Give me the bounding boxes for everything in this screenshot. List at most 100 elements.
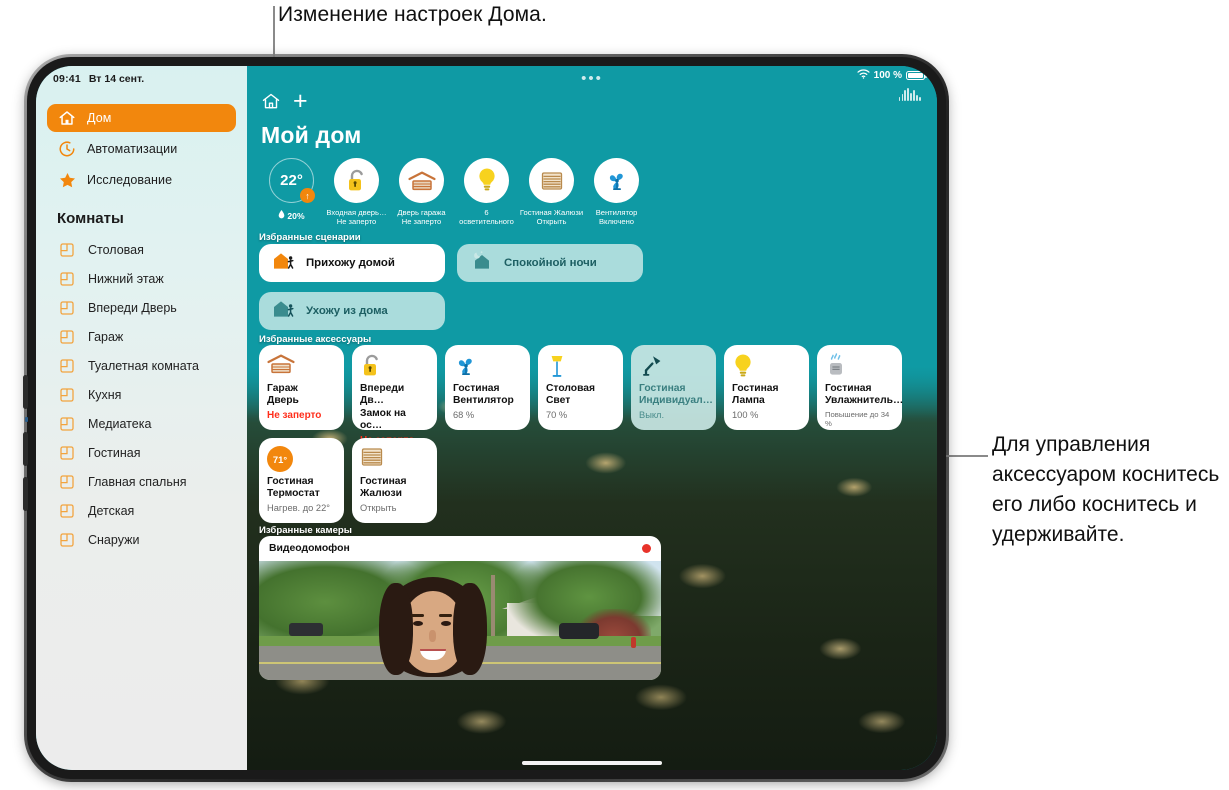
clock-icon	[56, 138, 78, 160]
status-chip-fan[interactable]: Вентилятор Включено	[584, 158, 649, 227]
lightbulb-icon	[464, 158, 509, 203]
room-icon	[56, 384, 78, 406]
battery-icon	[906, 70, 927, 81]
status-chip-line1: Входная дверь…	[326, 208, 387, 217]
accessories-section-title: Избранные аксессуары	[259, 334, 372, 345]
sidebar-item-automations[interactable]: Автоматизации	[47, 135, 236, 163]
status-chip-front-door[interactable]: Входная дверь… Не заперто	[324, 158, 389, 227]
multitasking-dots-icon[interactable]: •••	[581, 71, 603, 86]
scenes-grid: Прихожу домой Спокойной ночи Ухожу из до…	[259, 244, 659, 340]
sidebar-room-label: Снаружи	[88, 532, 140, 547]
room-icon	[56, 471, 78, 493]
accessory-living-room-blinds[interactable]: Гостиная Жалюзи Открыть	[352, 438, 437, 523]
sidebar-item-discover[interactable]: Исследование	[47, 166, 236, 194]
accessory-line2: Свет	[546, 395, 571, 407]
accessory-line1: Столовая	[546, 383, 596, 394]
sidebar: 09:41 Вт 14 сент. Дом Автоматизации Иссл…	[36, 66, 247, 770]
status-chip-text: Гостиная Жалюзи Открыть	[520, 208, 584, 227]
status-chip-blinds[interactable]: Гостиная Жалюзи Открыть	[519, 158, 584, 227]
accessory-line2: Замок на ос…	[360, 407, 406, 432]
house-icon[interactable]	[261, 91, 281, 116]
house-person-leave-icon	[272, 298, 296, 325]
status-chip-line2: Не заперто	[401, 217, 442, 227]
main-content: ••• 100 % + Мой дом 22° ↑ 20% Входная дв…	[247, 66, 937, 770]
page-title: Мой дом	[261, 122, 362, 148]
sidebar-room-vperedi-dver[interactable]: Впереди Дверь	[47, 293, 236, 322]
sidebar-room-label: Впереди Дверь	[88, 300, 177, 315]
sidebar-room-mediateka[interactable]: Медиатека	[47, 409, 236, 438]
scene-arrive-home[interactable]: Прихожу домой	[259, 244, 445, 282]
scene-label: Ухожу из дома	[306, 305, 388, 317]
status-chip-text: Входная дверь… Не заперто	[325, 208, 389, 227]
sidebar-room-label: Нижний этаж	[88, 271, 164, 286]
recording-dot-icon	[642, 544, 651, 553]
accessory-living-room-humidifier[interactable]: Гостиная Увлажнитель… Повышение до 34 %	[817, 345, 903, 430]
sidebar-room-label: Туалетная комната	[88, 358, 199, 373]
house-person-arrive-icon	[272, 250, 296, 277]
accessory-living-room-individual-light[interactable]: Гостиная Индивидуал… Выкл.	[631, 345, 716, 430]
desk-lamp-icon	[639, 353, 708, 383]
camera-header: Видеодомофон	[259, 536, 661, 561]
status-chip-climate[interactable]: 22° ↑ 20%	[259, 158, 324, 227]
sidebar-room-kuhnya[interactable]: Кухня	[47, 380, 236, 409]
sidebar-room-stolovaya[interactable]: Столовая	[47, 235, 236, 264]
floor-lamp-icon	[546, 353, 615, 383]
sidebar-room-snaruzhi[interactable]: Снаружи	[47, 525, 236, 554]
scenes-section-title: Избранные сценарии	[259, 232, 361, 243]
accessory-front-door-lock[interactable]: Впереди Дв… Замок на ос… Не заперто	[352, 345, 437, 446]
accessory-living-room-lamp[interactable]: Гостиная Лампа 100 %	[724, 345, 809, 430]
accessories-row-1: Гараж Дверь Не заперто Впереди Дв… Замок…	[259, 345, 937, 446]
sidebar-room-label: Столовая	[88, 242, 144, 257]
status-chip-line2: Открыть	[536, 217, 567, 227]
camera-video-feed[interactable]	[259, 561, 661, 680]
temperature-value: 22°	[280, 172, 303, 189]
heat-up-arrow-icon: ↑	[300, 188, 315, 203]
plus-icon[interactable]: +	[293, 89, 308, 114]
status-chip-text: Вентилятор Включено	[585, 208, 649, 227]
volume-button-up[interactable]	[23, 375, 28, 409]
scene-good-night[interactable]: Спокойной ночи	[457, 244, 643, 282]
sidebar-item-home[interactable]: Дом	[47, 104, 236, 132]
accessory-garage-door[interactable]: Гараж Дверь Не заперто	[259, 345, 344, 430]
accessory-line1: Гостиная	[732, 383, 779, 394]
accessory-status: 100 %	[732, 409, 759, 420]
camera-card-doorbell[interactable]: Видеодомофон	[259, 536, 661, 680]
sidebar-room-detskaya[interactable]: Детская	[47, 496, 236, 525]
accessory-line2: Вентилятор	[453, 395, 514, 407]
status-bar-time: 09:41	[53, 73, 81, 85]
rooms-section-title: Комнаты	[57, 210, 124, 227]
status-bar-left: 09:41 Вт 14 сент.	[36, 66, 247, 92]
sidebar-room-tualetnaya-komnata[interactable]: Туалетная комната	[47, 351, 236, 380]
accessory-line2: Индивидуал…	[639, 395, 713, 407]
scene-label: Спокойной ночи	[504, 257, 597, 269]
accessory-living-room-fan[interactable]: Гостиная Вентилятор 68 %	[445, 345, 530, 430]
accessory-line1: Гараж	[267, 383, 298, 394]
callout-top-text: Изменение настроек Дома.	[278, 3, 547, 26]
sidebar-room-label: Главная спальня	[88, 474, 187, 489]
garage-door-icon	[267, 353, 336, 383]
sidebar-room-gostinaya[interactable]: Гостиная	[47, 438, 236, 467]
fan-icon	[594, 158, 639, 203]
status-chip-garage-door[interactable]: Дверь гаража Не заперто	[389, 158, 454, 227]
accessory-status: 70 %	[546, 409, 568, 420]
sidebar-room-label: Гараж	[88, 329, 124, 344]
camera-name: Видеодомофон	[269, 543, 350, 554]
sidebar-room-nizhniy-etazh[interactable]: Нижний этаж	[47, 264, 236, 293]
scene-leave-home[interactable]: Ухожу из дома	[259, 292, 445, 330]
sidebar-room-glavnaya-spalnya[interactable]: Главная спальня	[47, 467, 236, 496]
status-chip-lights[interactable]: 6 осветительного	[454, 158, 519, 227]
sidebar-item-label: Автоматизации	[87, 142, 178, 156]
home-indicator[interactable]	[522, 761, 662, 765]
side-indicator-dot	[25, 417, 28, 422]
camera-person-figure	[379, 577, 487, 680]
accessory-dining-room-light[interactable]: Столовая Свет 70 %	[538, 345, 623, 430]
accessory-line1: Гостиная	[453, 383, 500, 394]
status-chips-row: 22° ↑ 20% Входная дверь… Не заперто Двер…	[259, 158, 649, 227]
accessory-line1: Гостиная	[360, 476, 407, 487]
volume-button-down[interactable]	[23, 432, 28, 466]
sidebar-room-garazh[interactable]: Гараж	[47, 322, 236, 351]
room-icon	[56, 297, 78, 319]
battery-percent-label: 100 %	[873, 70, 902, 81]
accessory-living-room-thermostat[interactable]: 71° Гостиная Термостат Нагрев. до 22°	[259, 438, 344, 523]
side-button[interactable]	[23, 477, 28, 511]
